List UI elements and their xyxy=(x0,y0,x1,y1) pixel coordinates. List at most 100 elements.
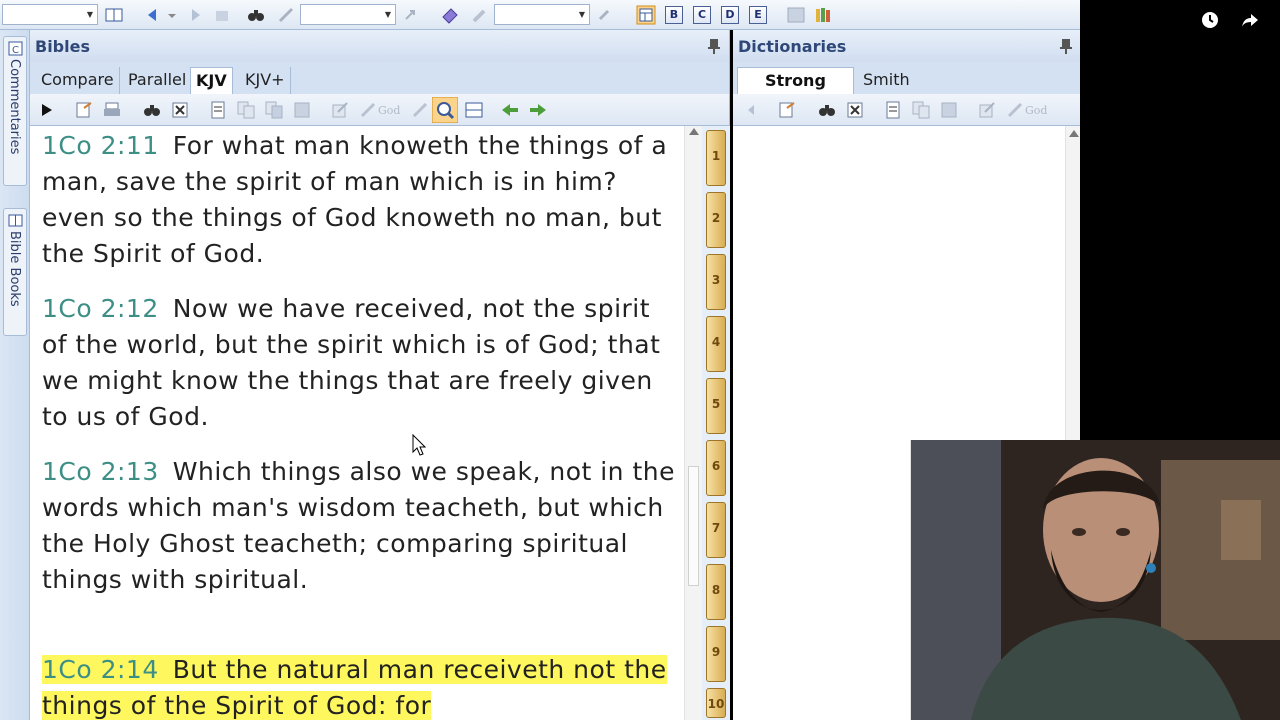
dictionaries-toolbar: God xyxy=(733,94,1080,126)
chapter-tab[interactable]: 6 xyxy=(706,440,726,496)
export-icon[interactable] xyxy=(939,100,959,120)
binoculars-icon[interactable] xyxy=(817,100,837,120)
chevron-down-icon[interactable]: ▼ xyxy=(575,5,589,24)
verse-1co-2-11: 1Co 2:11 For what man knoweth the things … xyxy=(42,128,680,272)
library-icon[interactable] xyxy=(814,5,834,25)
chevron-down-icon[interactable]: ▼ xyxy=(381,5,395,24)
binoculars-icon[interactable] xyxy=(142,100,162,120)
god-icon[interactable]: God xyxy=(1023,100,1053,120)
dictionary-scrollbar[interactable] xyxy=(1065,126,1080,440)
window-icon[interactable] xyxy=(786,5,806,25)
layout-b-button[interactable]: B xyxy=(665,6,683,24)
verse-reference[interactable]: 1Co 2:14 xyxy=(42,655,159,684)
copy-icon[interactable] xyxy=(911,100,931,120)
dictionaries-pane-title: Dictionaries xyxy=(738,37,847,56)
edit-icon[interactable] xyxy=(977,100,997,120)
copy-verses-icon[interactable] xyxy=(264,100,284,120)
chevron-down-icon[interactable]: ▼ xyxy=(83,5,97,24)
chapter-tab[interactable]: 8 xyxy=(706,564,726,620)
binoculars-icon[interactable] xyxy=(246,5,266,25)
note-icon[interactable] xyxy=(358,100,378,120)
properties-icon[interactable] xyxy=(777,100,797,120)
chapter-tab[interactable]: 5 xyxy=(706,378,726,434)
dictionary-content[interactable] xyxy=(733,126,1065,440)
go-icon[interactable] xyxy=(402,5,422,25)
tab-kjv-plus[interactable]: KJV+ xyxy=(240,67,291,94)
forward-arrow-icon[interactable] xyxy=(186,5,206,25)
export-icon[interactable] xyxy=(292,100,312,120)
bible-select-combo[interactable]: ▼ xyxy=(2,4,98,25)
search-results-icon[interactable] xyxy=(845,100,865,120)
svg-text:C: C xyxy=(12,45,19,56)
chapter-tab[interactable]: 4 xyxy=(706,316,726,372)
tab-strong[interactable]: Strong xyxy=(737,67,854,94)
scroll-up-arrow-icon[interactable] xyxy=(689,128,699,135)
highlight-style-combo[interactable]: ▼ xyxy=(494,4,590,25)
share-icon[interactable] xyxy=(1240,10,1260,30)
document-icon[interactable] xyxy=(208,100,228,120)
chapter-tab-number: 10 xyxy=(707,697,725,711)
scrollbar-thumb[interactable] xyxy=(688,466,699,586)
chapter-tab[interactable]: 3 xyxy=(706,254,726,310)
layout-c-button[interactable]: C xyxy=(693,6,711,24)
pin-icon[interactable] xyxy=(1060,38,1072,54)
tab-parallel[interactable]: Parallel xyxy=(123,67,193,94)
search-clear-icon[interactable] xyxy=(276,5,296,25)
chapter-tab[interactable]: 7 xyxy=(706,502,726,558)
bibles-toolbar: God xyxy=(30,94,729,126)
side-tab-strip: C Commentaries Bible Books xyxy=(0,30,30,720)
bible-books-tab[interactable]: Bible Books xyxy=(3,208,27,336)
strike-icon[interactable] xyxy=(410,100,430,120)
commentary-icon: C xyxy=(8,41,23,56)
chapter-tab[interactable]: 2 xyxy=(706,192,726,248)
layout-icon[interactable] xyxy=(464,100,484,120)
zoom-icon[interactable] xyxy=(432,97,458,123)
svg-text:God: God xyxy=(1025,104,1047,117)
properties-icon[interactable] xyxy=(74,100,94,120)
chapter-tab-number: 4 xyxy=(711,335,721,349)
verse-reference[interactable]: 1Co 2:13 xyxy=(42,457,159,486)
scripture-view[interactable]: 1Co 2:11 For what man knoweth the things … xyxy=(30,126,684,720)
chapter-tab[interactable]: 9 xyxy=(706,626,726,682)
chapter-tab-number: 6 xyxy=(711,459,721,473)
verse-reference[interactable]: 1Co 2:12 xyxy=(42,294,159,323)
back-dropdown-icon[interactable] xyxy=(166,5,178,25)
scroll-up-arrow-icon[interactable] xyxy=(1069,130,1079,137)
scripture-scrollbar[interactable] xyxy=(684,126,702,720)
forward-dropdown-icon[interactable] xyxy=(212,5,232,25)
pin-icon[interactable] xyxy=(708,38,720,54)
chapter-tab-number: 8 xyxy=(711,583,721,597)
back-arrow-icon[interactable] xyxy=(142,5,162,25)
document-icon[interactable] xyxy=(883,100,903,120)
commentaries-tab[interactable]: C Commentaries xyxy=(3,36,27,186)
copy-icon[interactable] xyxy=(236,100,256,120)
tab-compare[interactable]: Compare xyxy=(36,67,120,94)
chapter-tab[interactable]: 1 xyxy=(706,130,726,186)
verse-reference[interactable]: 1Co 2:11 xyxy=(42,131,159,160)
layout-a-icon[interactable] xyxy=(636,5,656,25)
verse-select-combo[interactable]: ▼ xyxy=(300,4,396,25)
sync-left-icon[interactable] xyxy=(500,100,520,120)
print-icon[interactable] xyxy=(102,100,122,120)
layout-d-button[interactable]: D xyxy=(721,6,739,24)
dictionary-content-lower xyxy=(733,440,911,720)
tab-smith[interactable]: Smith xyxy=(839,67,934,94)
play-icon[interactable] xyxy=(36,100,56,120)
bibles-pane-title: Bibles xyxy=(35,37,90,56)
layout-e-button[interactable]: E xyxy=(749,6,767,24)
dictionaries-pane-header: Dictionaries xyxy=(733,30,1080,62)
edit-icon[interactable] xyxy=(330,100,350,120)
chapter-tab[interactable]: 10 xyxy=(706,688,726,718)
note-icon[interactable] xyxy=(1005,100,1025,120)
search-results-icon[interactable] xyxy=(170,100,190,120)
tab-kjv[interactable]: KJV xyxy=(190,67,233,94)
book-icon xyxy=(8,214,23,227)
clock-icon[interactable] xyxy=(1200,10,1220,30)
apply-style-icon[interactable] xyxy=(596,5,616,25)
sync-right-icon[interactable] xyxy=(528,100,548,120)
highlighter-icon[interactable] xyxy=(470,5,490,25)
book-icon[interactable] xyxy=(104,5,124,25)
eraser-icon[interactable] xyxy=(440,5,460,25)
god-icon[interactable]: God xyxy=(376,100,406,120)
back-arrow-icon[interactable] xyxy=(741,100,761,120)
